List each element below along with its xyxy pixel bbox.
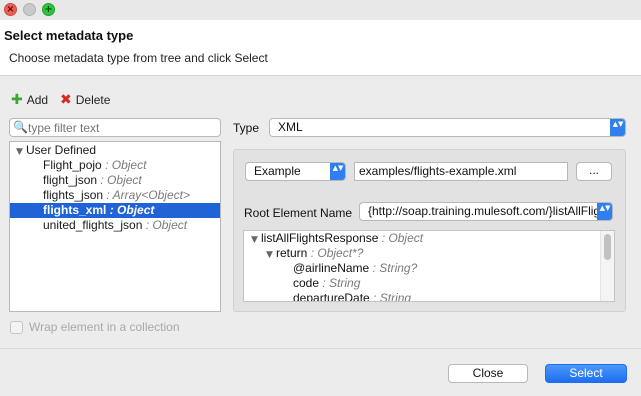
xml-tree-row[interactable]: code : String	[293, 276, 360, 291]
tree-item-flights-xml[interactable]: flights_xml : Object	[10, 203, 220, 218]
title-bar: × +	[0, 0, 641, 20]
tree-item-type: : Array<Object>	[106, 188, 190, 202]
xml-node-type: : Object	[381, 231, 424, 245]
type-select[interactable]: XML ▲▼	[269, 118, 626, 137]
xml-tree-scrollbar[interactable]	[600, 231, 614, 301]
xml-node-name: departureDate	[293, 291, 370, 302]
tree-item-name: united_flights_json	[43, 218, 143, 232]
dialog-description: Choose metadata type from tree and click…	[9, 51, 268, 65]
wrap-collection-checkbox-row: Wrap element in a collection	[10, 320, 180, 334]
tree-item-united-flights-json[interactable]: united_flights_json : Object	[10, 218, 220, 233]
delete-icon: ✖	[60, 92, 72, 108]
wrap-collection-checkbox[interactable]	[10, 320, 23, 334]
xml-tree-row[interactable]: ▼ return : Object*?	[266, 246, 363, 261]
tree-item-flights-json[interactable]: flights_json : Array<Object>	[10, 188, 220, 203]
select-arrows-icon: ▲▼	[330, 163, 345, 180]
wrap-collection-label: Wrap element in a collection	[29, 320, 180, 334]
metadata-tree[interactable]: ▼ User Defined Flight_pojo : Object fligh…	[9, 141, 221, 312]
xml-node-type: : String	[373, 291, 412, 302]
tree-item-type: : Object	[109, 203, 155, 217]
tree-node-label: User Defined	[26, 143, 97, 157]
type-select-value: XML	[278, 120, 303, 134]
tree-item-name: flight_json	[43, 173, 98, 187]
browse-button[interactable]: ...	[576, 162, 612, 181]
xml-tree-row[interactable]: @airlineName : String?	[293, 261, 417, 276]
source-mode-select[interactable]: Example ▲▼	[245, 162, 346, 181]
dialog-header: Select metadata type Choose metadata typ…	[0, 20, 641, 76]
tree-item-flight-json[interactable]: flight_json : Object	[10, 173, 220, 188]
add-label: Add	[26, 93, 49, 107]
tree-item-flight-pojo[interactable]: Flight_pojo : Object	[10, 158, 220, 173]
select-arrows-icon: ▲▼	[597, 203, 612, 220]
tree-item-name: flights_json	[43, 188, 104, 202]
xml-node-name: listAllFlightsResponse	[261, 231, 379, 245]
root-element-value: {http://soap.training.mulesoft.com/}list…	[368, 204, 612, 218]
xml-node-type: : String?	[372, 261, 418, 275]
select-arrows-icon: ▲▼	[610, 119, 625, 136]
xml-structure-tree[interactable]: ▼ listAllFlightsResponse : Object ▼ return…	[243, 230, 615, 302]
xml-node-name: return	[276, 246, 308, 260]
tree-item-name: flights_xml	[43, 203, 107, 217]
expand-triangle-icon[interactable]: ▼	[266, 248, 276, 263]
window-close-button[interactable]: ×	[4, 3, 17, 16]
type-label: Type	[233, 121, 260, 135]
source-mode-value: Example	[254, 164, 301, 178]
window-maximize-button[interactable]: +	[42, 3, 55, 16]
xml-node-name: @airlineName	[293, 261, 370, 275]
close-icon: ×	[6, 4, 15, 15]
tree-node-user-defined[interactable]: ▼ User Defined	[10, 143, 220, 158]
type-filter-input[interactable]	[9, 118, 221, 137]
close-button[interactable]: Close	[448, 364, 528, 383]
window-minimize-button[interactable]	[23, 3, 36, 16]
root-element-select[interactable]: {http://soap.training.mulesoft.com/}list…	[359, 202, 613, 221]
tree-item-type: : Object	[100, 173, 142, 187]
tree-item-type: : Object	[105, 158, 147, 172]
xml-node-type: : String	[322, 276, 361, 290]
root-element-label: Root Element Name	[244, 206, 353, 220]
xml-node-name: code	[293, 276, 320, 290]
dialog-title: Select metadata type	[4, 28, 134, 43]
add-icon: ✚	[11, 92, 23, 108]
tree-item-type: : Object	[145, 218, 188, 232]
example-path-input[interactable]: examples/flights-example.xml	[354, 162, 568, 181]
tree-item-name: Flight_pojo	[43, 158, 102, 172]
select-button[interactable]: Select	[545, 364, 627, 383]
maximize-icon: +	[44, 4, 53, 15]
delete-button[interactable]: ✖ Delete	[60, 92, 110, 108]
expand-triangle-icon[interactable]: ▼	[251, 233, 261, 248]
delete-label: Delete	[75, 93, 111, 107]
xml-tree-row[interactable]: departureDate : String	[293, 291, 412, 302]
scrollbar-thumb[interactable]	[604, 234, 611, 260]
search-icon: 🔍	[13, 120, 28, 134]
xml-tree-row[interactable]: ▼ listAllFlightsResponse : Object	[251, 231, 423, 246]
xml-node-type: : Object*?	[310, 246, 364, 260]
add-button[interactable]: ✚ Add	[11, 92, 48, 108]
